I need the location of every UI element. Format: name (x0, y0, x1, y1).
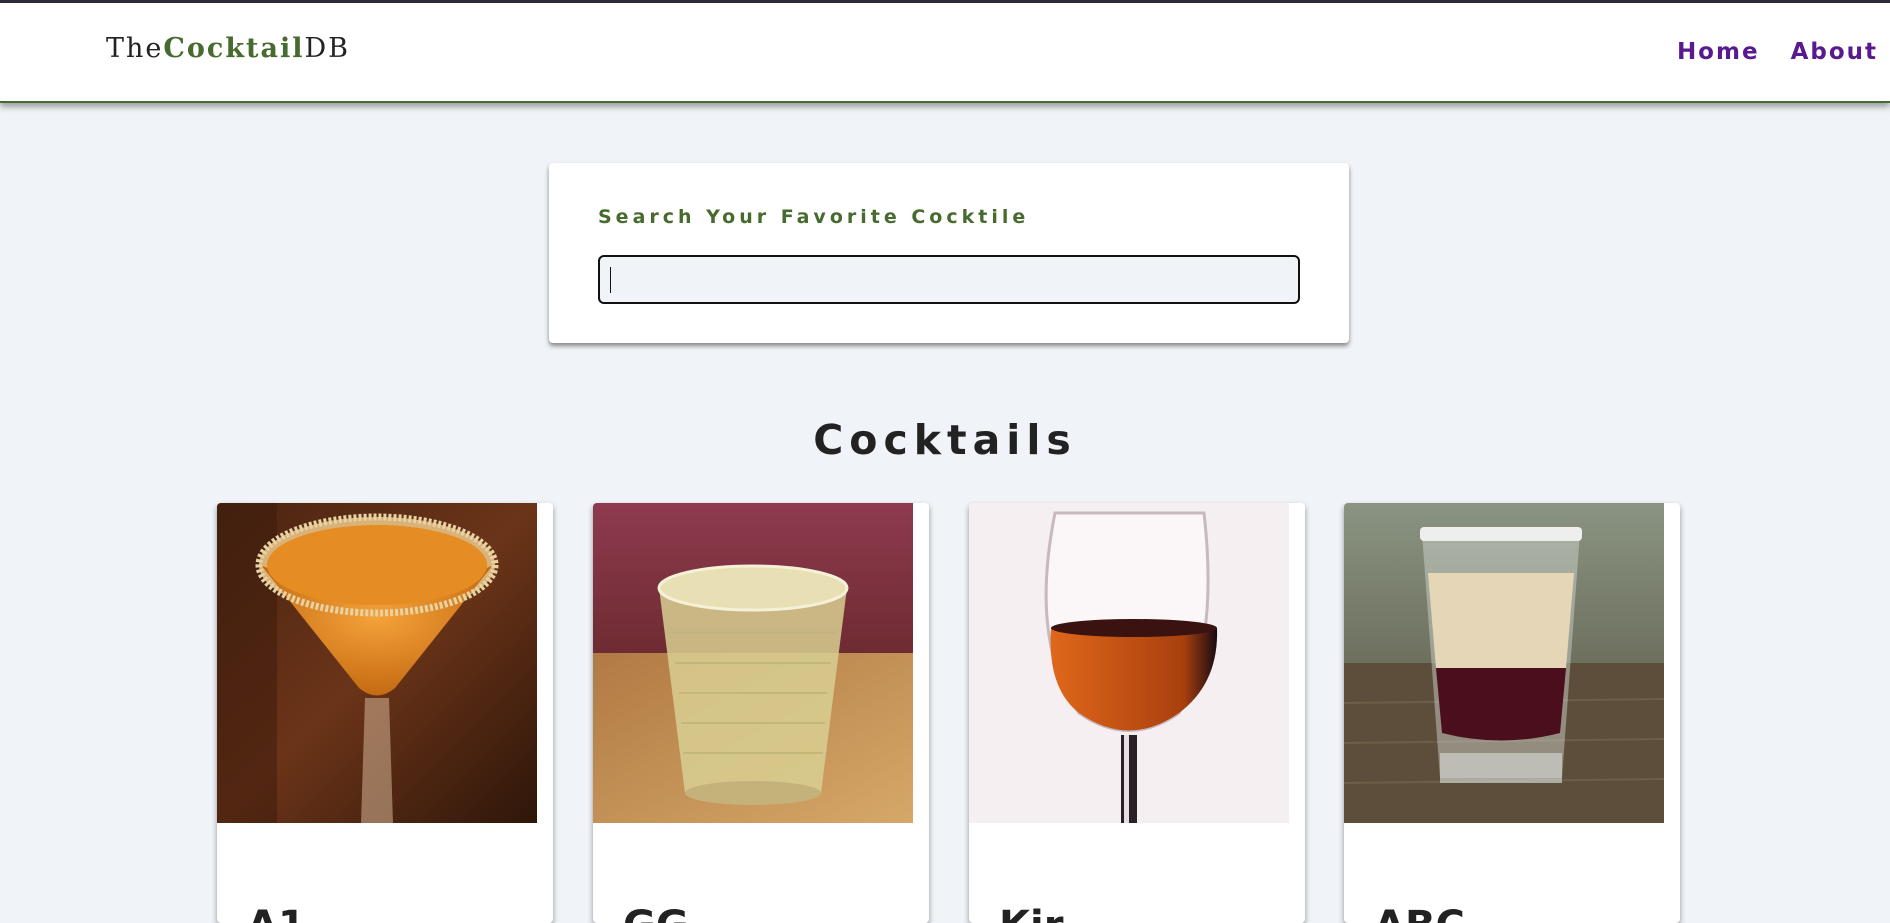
cocktail-name: GG (623, 903, 689, 923)
cocktail-image-abc (1344, 503, 1664, 823)
text-caret (610, 267, 611, 293)
nav-link-about[interactable]: About (1791, 39, 1878, 65)
logo-prefix: The (106, 33, 164, 64)
search-label: Search Your Favorite Cocktile (598, 206, 1030, 228)
site-logo[interactable]: TheCocktailDB (106, 33, 350, 64)
cocktail-image-kir (969, 503, 1289, 823)
search-input[interactable] (598, 255, 1300, 304)
cocktail-image-gg (593, 503, 913, 823)
cocktail-card-a1[interactable]: A1 (217, 503, 553, 923)
nav-link-home[interactable]: Home (1677, 39, 1760, 65)
search-card: Search Your Favorite Cocktile (549, 163, 1349, 343)
cocktail-card-abc[interactable]: ABC (1344, 503, 1680, 923)
cocktail-image-a1 (217, 503, 537, 823)
section-title: Cocktails (813, 416, 1077, 465)
cocktail-name: A1 (247, 903, 306, 923)
cocktail-card-kir[interactable]: Kir (969, 503, 1305, 923)
cocktail-name: ABC (1374, 903, 1465, 923)
logo-highlight: Cocktail (163, 33, 305, 64)
nav-links: Home About (1677, 39, 1878, 65)
logo-suffix: DB (304, 33, 351, 64)
navbar: TheCocktailDB Home About (0, 3, 1890, 103)
cocktail-card-gg[interactable]: GG (593, 503, 929, 923)
cocktail-name: Kir (999, 903, 1063, 923)
